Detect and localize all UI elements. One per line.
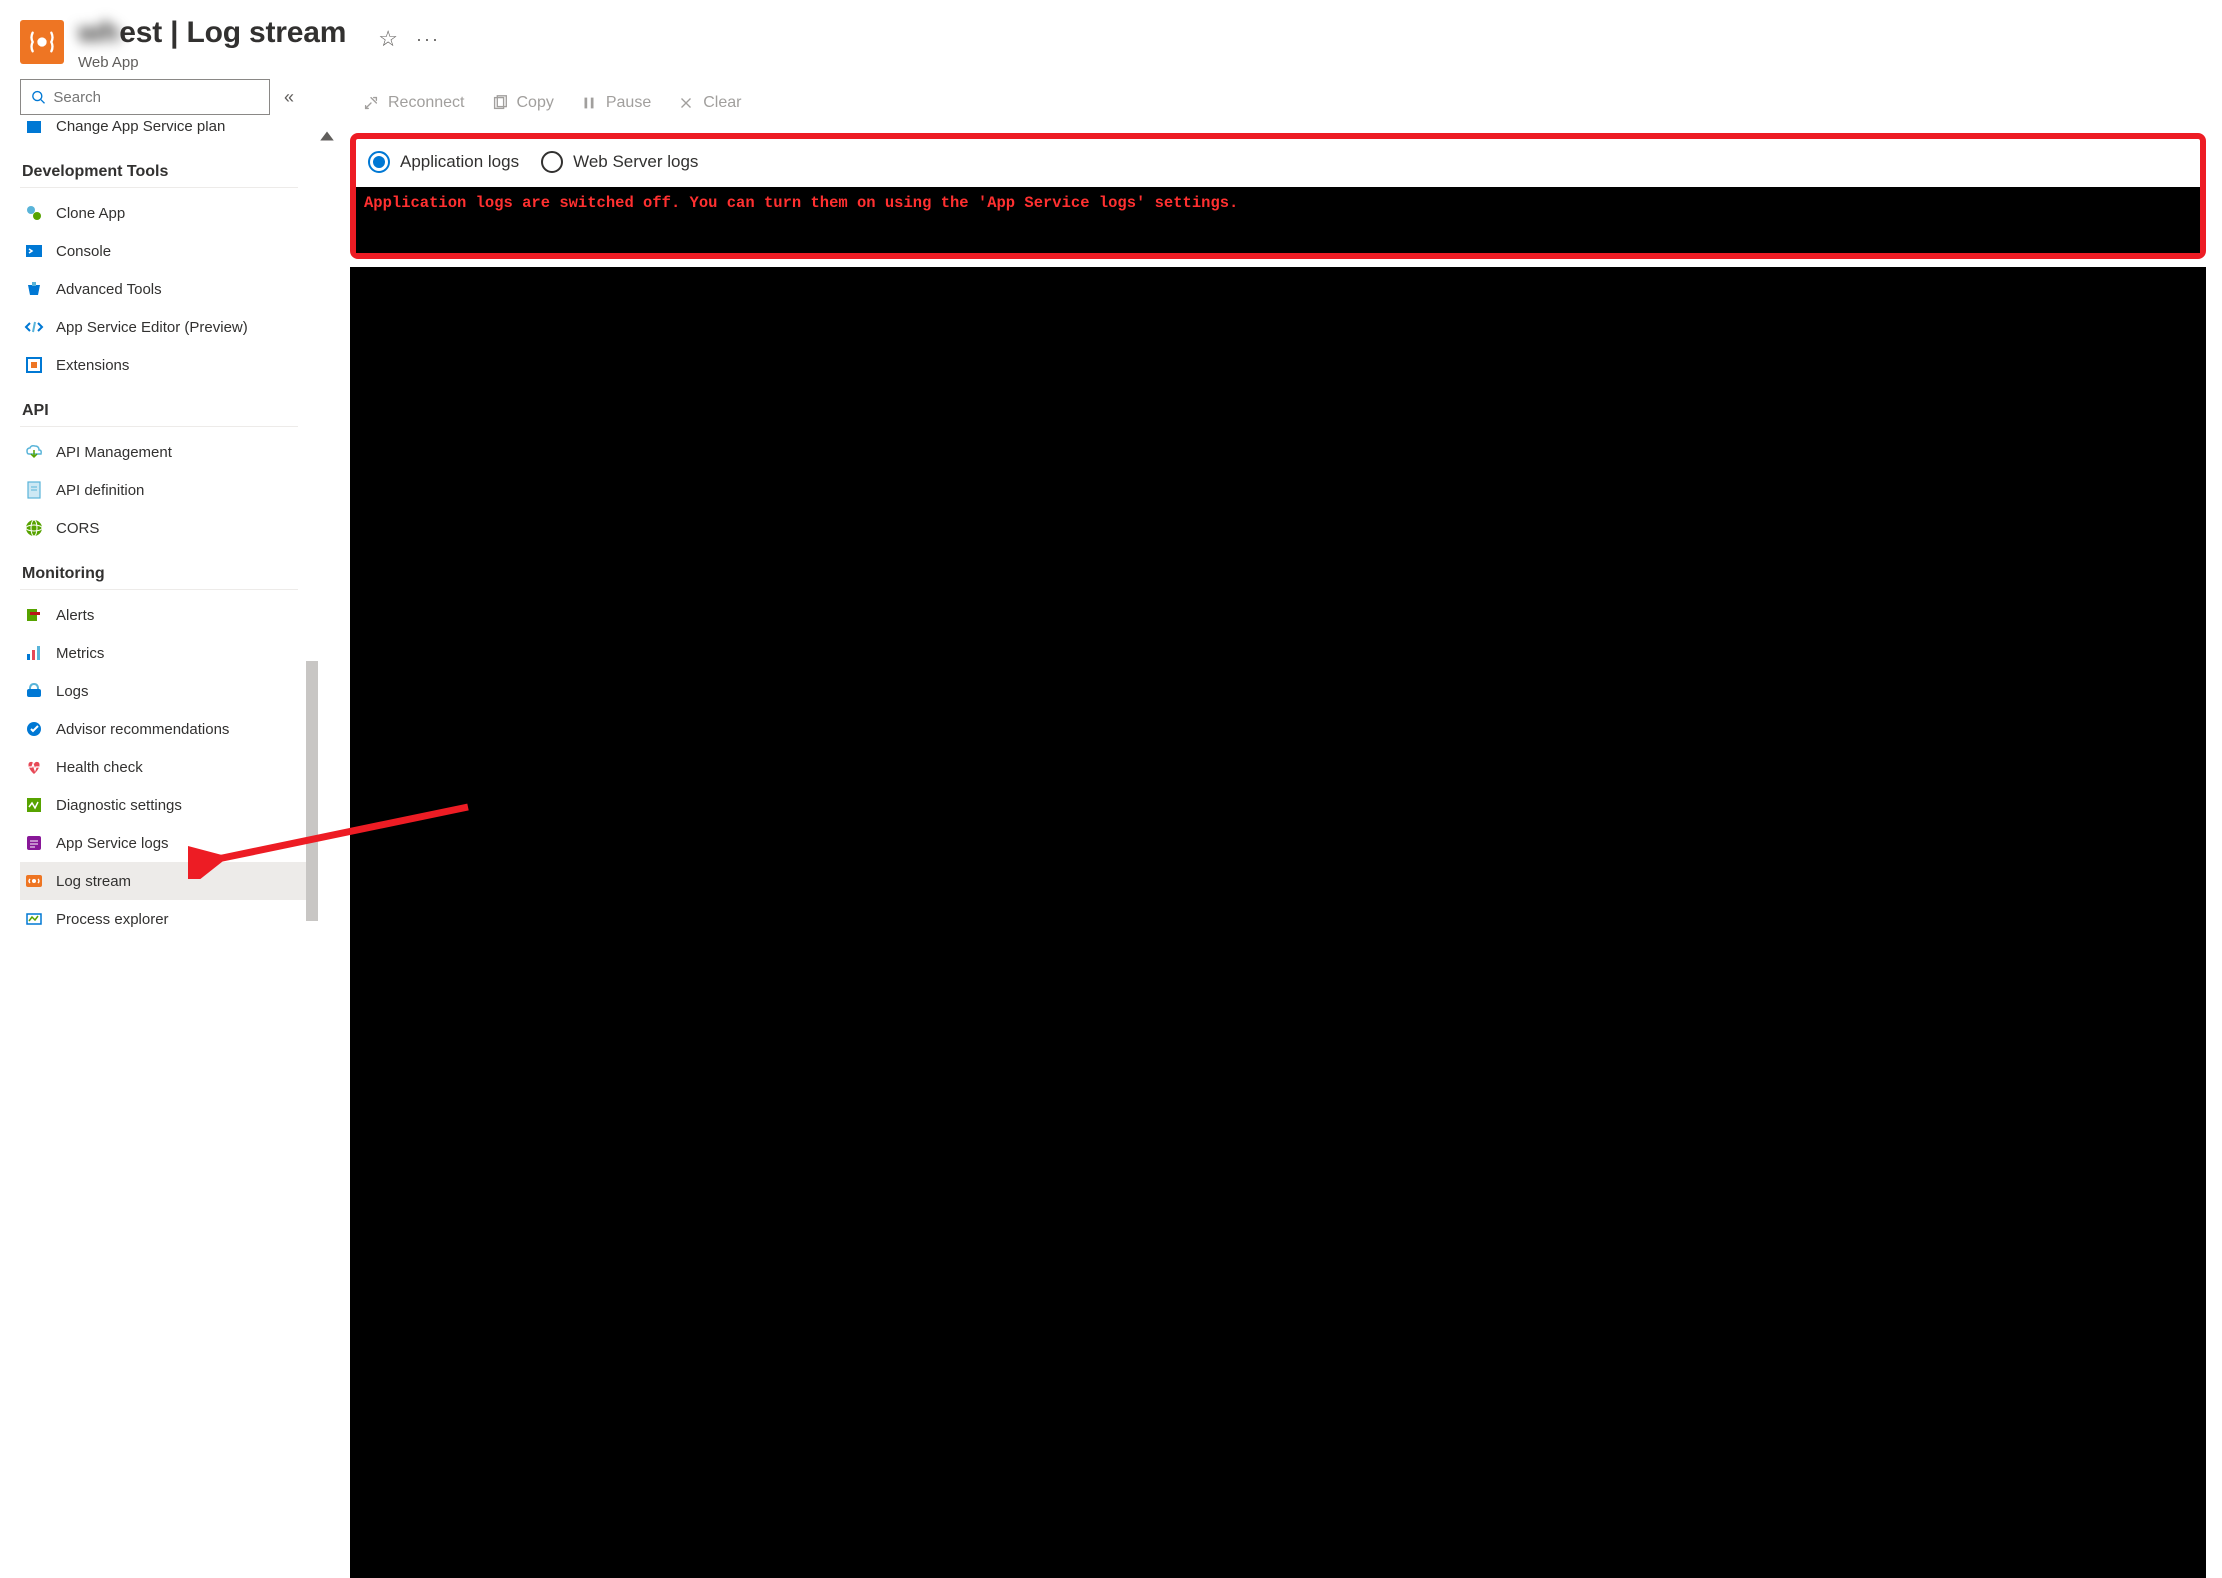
search-icon (31, 89, 45, 105)
more-actions-button[interactable]: ··· (416, 29, 440, 50)
radio-web-server-logs[interactable]: Web Server logs (541, 151, 698, 173)
collapse-sidebar-button[interactable]: « (284, 87, 294, 108)
sidebar-item-metrics[interactable]: Metrics (20, 634, 318, 672)
sidebar-item-label: Extensions (56, 357, 129, 374)
main-area: Reconnect Copy Pause Clear (318, 79, 2222, 1578)
toolbox-icon (24, 279, 44, 299)
log-stream-icon (24, 871, 44, 891)
sidebar-item-diagnostic-settings[interactable]: Diagnostic settings (20, 786, 318, 824)
log-type-selector: Application logs Web Server logs (356, 147, 2200, 187)
code-icon (24, 317, 44, 337)
webapp-icon (20, 20, 64, 64)
sidebar-item-logs[interactable]: Logs (20, 672, 318, 710)
page-title: whest | Log stream (78, 16, 346, 50)
sidebar-item-label: Console (56, 243, 111, 260)
sidebar-item-api-definition[interactable]: API definition (20, 471, 318, 509)
sidebar-item-label: Log stream (56, 873, 131, 890)
sidebar-item-process-explorer[interactable]: Process explorer (20, 900, 318, 938)
scroll-up-icon[interactable] (318, 127, 336, 145)
radio-application-logs[interactable]: Application logs (368, 151, 519, 173)
cors-icon (24, 518, 44, 538)
sidebar-item-health-check[interactable]: Health check (20, 748, 318, 786)
sidebar-item-advisor-recommendations[interactable]: Advisor recommendations (20, 710, 318, 748)
sidebar-section-header: Monitoring (20, 547, 298, 590)
log-console (350, 267, 2206, 1578)
toolbar: Reconnect Copy Pause Clear (350, 79, 2206, 127)
alerts-icon (24, 605, 44, 625)
sidebar-item-label: Advisor recommendations (56, 721, 229, 738)
sidebar-item-log-stream[interactable]: Log stream (20, 862, 318, 900)
close-icon (677, 94, 695, 112)
clear-button[interactable]: Clear (677, 94, 741, 112)
cloud-arrow-icon (24, 442, 44, 462)
page-subtitle: Web App (78, 54, 346, 71)
sidebar-item-console[interactable]: Console (20, 232, 318, 270)
sidebar-item-label: API Management (56, 444, 172, 461)
reconnect-icon (362, 94, 380, 112)
sidebar-item-label: Advanced Tools (56, 281, 162, 298)
heart-icon (24, 757, 44, 777)
sidebar-item-app-service-logs[interactable]: App Service logs (20, 824, 318, 862)
radio-label: Web Server logs (573, 152, 698, 172)
radio-checked-icon (368, 151, 390, 173)
sidebar-item-label: Change App Service plan (56, 121, 225, 135)
sidebar-item-extensions[interactable]: Extensions (20, 346, 318, 384)
sidebar-item-alerts[interactable]: Alerts (20, 596, 318, 634)
sidebar-scrollbar[interactable] (306, 661, 318, 921)
extensions-icon (24, 355, 44, 375)
advisor-icon (24, 719, 44, 739)
sidebar-item-app-service-editor-preview-[interactable]: App Service Editor (Preview) (20, 308, 318, 346)
sidebar-item-label: API definition (56, 482, 144, 499)
gear-icon (24, 121, 44, 136)
sidebar-item-label: Clone App (56, 205, 125, 222)
sidebar-item[interactable]: Change App Service plan (20, 121, 318, 145)
log-output: Application logs are switched off. You c… (356, 187, 2200, 253)
sidebar-item-label: Process explorer (56, 911, 169, 928)
search-input[interactable] (20, 79, 270, 115)
metrics-icon (24, 643, 44, 663)
sidebar-item-clone-app[interactable]: Clone App (20, 194, 318, 232)
sidebar-item-cors[interactable]: CORS (20, 509, 318, 547)
console-icon (24, 241, 44, 261)
sidebar-item-label: Logs (56, 683, 89, 700)
sidebar-section-header: API (20, 384, 298, 427)
clone-icon (24, 203, 44, 223)
api-def-icon (24, 480, 44, 500)
pause-icon (580, 94, 598, 112)
sidebar-item-label: CORS (56, 520, 99, 537)
sidebar: « Change App Service plan Development Too… (20, 79, 318, 1578)
copy-button[interactable]: Copy (491, 94, 554, 112)
favorite-button[interactable]: ☆ (378, 26, 398, 52)
logs-icon (24, 681, 44, 701)
copy-icon (491, 94, 509, 112)
sidebar-item-label: Metrics (56, 645, 104, 662)
sidebar-item-label: Health check (56, 759, 143, 776)
reconnect-button[interactable]: Reconnect (362, 94, 465, 112)
service-logs-icon (24, 833, 44, 853)
sidebar-item-api-management[interactable]: API Management (20, 433, 318, 471)
highlight-frame: Application logs Web Server logs Applica… (350, 133, 2206, 259)
process-icon (24, 909, 44, 929)
sidebar-item-label: Alerts (56, 607, 94, 624)
sidebar-item-advanced-tools[interactable]: Advanced Tools (20, 270, 318, 308)
sidebar-item-label: Diagnostic settings (56, 797, 182, 814)
radio-label: Application logs (400, 152, 519, 172)
sidebar-item-label: App Service logs (56, 835, 169, 852)
radio-unchecked-icon (541, 151, 563, 173)
diagnostic-icon (24, 795, 44, 815)
page-header: whest | Log stream Web App ☆ ··· (0, 0, 2222, 79)
sidebar-section-header: Development Tools (20, 145, 298, 188)
pause-button[interactable]: Pause (580, 94, 651, 112)
sidebar-item-label: App Service Editor (Preview) (56, 319, 248, 336)
